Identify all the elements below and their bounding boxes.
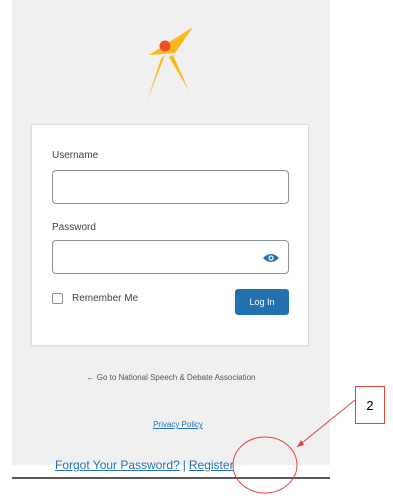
login-form: Username Password Remember Me Log In <box>31 124 309 346</box>
username-label: Username <box>52 150 99 161</box>
logo-left-leg-icon <box>147 55 165 101</box>
back-to-site-link[interactable]: ← Go to National Speech & Debate Associa… <box>45 373 297 382</box>
forgot-password-link[interactable]: Forgot Your Password? <box>55 458 180 472</box>
remember-me-checkbox[interactable] <box>52 293 63 304</box>
link-separator: | <box>182 458 186 472</box>
logo-right-leg-icon <box>169 55 189 91</box>
eye-icon[interactable] <box>262 252 280 264</box>
divider <box>12 477 330 479</box>
logo-head-icon <box>159 40 171 52</box>
login-button[interactable]: Log In <box>235 289 289 315</box>
remember-me[interactable]: Remember Me <box>52 293 138 304</box>
password-input[interactable] <box>52 240 289 274</box>
site-logo[interactable] <box>135 25 195 105</box>
username-input[interactable] <box>52 170 289 204</box>
password-label: Password <box>52 222 96 233</box>
logo-arm-icon <box>149 27 193 55</box>
annotation-callout: 2 <box>355 386 385 424</box>
bottom-nav: Forgot Your Password? | Register <box>55 458 234 472</box>
remember-me-label: Remember Me <box>72 293 139 304</box>
privacy-policy-link[interactable]: Privacy Policy <box>128 420 228 429</box>
register-link[interactable]: Register <box>189 458 234 472</box>
page: Username Password Remember Me Log In ← G… <box>0 0 393 501</box>
